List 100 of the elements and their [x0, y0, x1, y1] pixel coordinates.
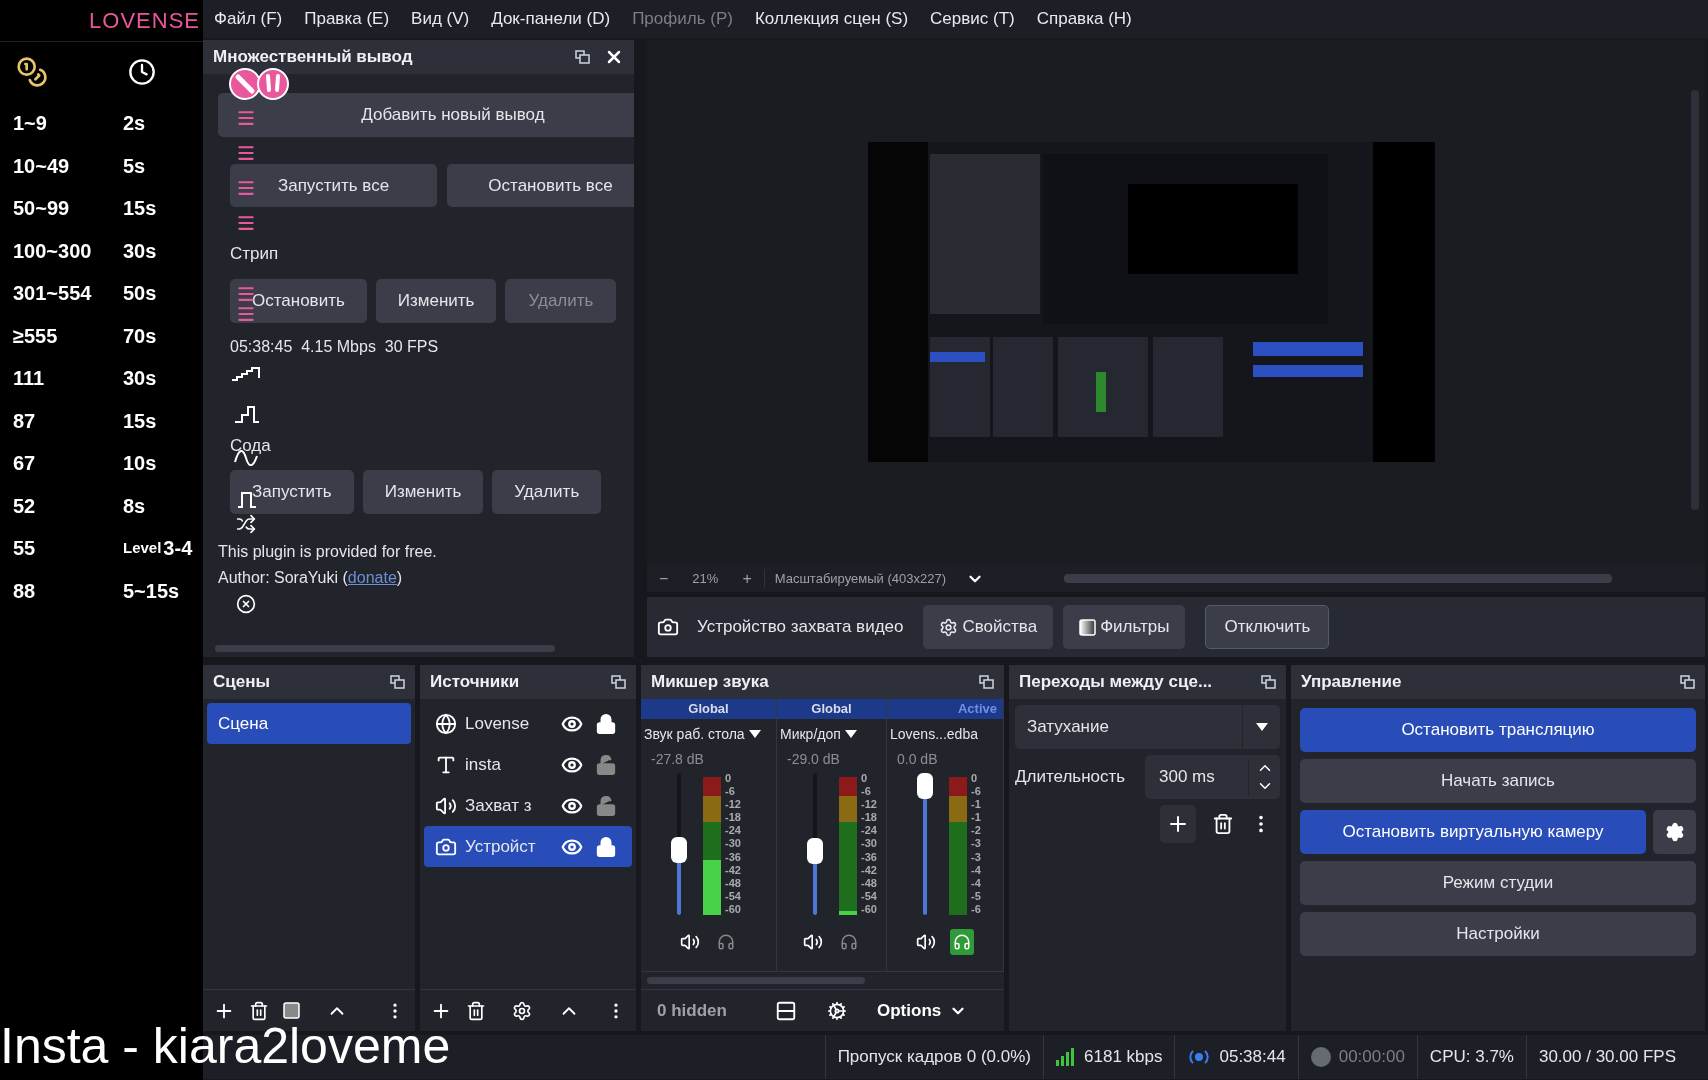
scrollbar[interactable] [215, 644, 555, 652]
undock-icon[interactable] [979, 675, 994, 689]
toolbar-button[interactable]: Отключить [1205, 605, 1330, 649]
dropdown-caret-icon[interactable] [748, 730, 761, 738]
lock-icon[interactable] [595, 712, 617, 735]
duration-field[interactable]: 300 ms [1145, 755, 1280, 799]
trash-icon[interactable] [249, 1000, 269, 1021]
volume-slider[interactable] [807, 773, 823, 915]
meter-tick: -2 [971, 825, 981, 837]
trash-icon[interactable] [466, 1000, 486, 1021]
menu-icon[interactable] [236, 304, 256, 324]
undock-icon[interactable] [1261, 675, 1276, 689]
speaker-icon[interactable] [916, 932, 936, 952]
menu-icon[interactable] [236, 178, 256, 198]
donate-link[interactable]: donate [347, 569, 397, 586]
toolbar-button[interactable]: Свойства [923, 605, 1054, 649]
slider-thumb[interactable] [807, 837, 823, 864]
unlocked-icon[interactable] [595, 753, 617, 776]
output-button[interactable]: Изменить [375, 278, 497, 323]
gear-icon[interactable] [512, 1000, 532, 1021]
options-button[interactable]: Options [877, 997, 968, 1024]
monitor-mode-label: Global [777, 699, 886, 719]
channel-name[interactable]: Lovens...edba [890, 723, 978, 745]
transition-select[interactable]: Затухание [1015, 705, 1280, 749]
gear-icon [1664, 822, 1685, 842]
control-button[interactable]: Остановить трансляцию [1300, 708, 1696, 752]
channel-name[interactable]: Звук раб. стола [644, 723, 745, 745]
slider-thumb[interactable] [917, 773, 933, 799]
menu-item[interactable]: Сервис (T) [930, 6, 1015, 32]
duration: 10s [123, 451, 157, 477]
logo: LOVENSE [89, 7, 200, 35]
output-button[interactable]: Удалить [492, 470, 602, 514]
output-button[interactable]: Остановить [230, 278, 367, 323]
trash-icon[interactable] [1212, 813, 1234, 835]
menu-icon[interactable] [236, 143, 256, 163]
menu-item[interactable]: Правка (E) [304, 6, 390, 32]
menu-item[interactable]: Коллекция сцен (S) [754, 6, 909, 32]
scene-item[interactable]: Сцена [207, 703, 411, 744]
layout-icon[interactable] [775, 999, 797, 1022]
output-button[interactable]: Запустить [230, 470, 354, 514]
token-range: 88 [13, 578, 37, 604]
add-button[interactable] [1160, 805, 1196, 843]
step-wave-icon[interactable] [234, 405, 260, 425]
channel-name[interactable]: Микр/доп [780, 723, 841, 745]
menu-item[interactable]: Док-панели (D) [491, 6, 611, 32]
control-button[interactable]: Начать запись [1300, 759, 1696, 803]
scrollbar[interactable] [647, 977, 865, 984]
gradient-square-icon[interactable] [283, 1002, 300, 1019]
volume-slider[interactable] [671, 773, 687, 915]
meter-tick: -6 [861, 786, 872, 798]
speaker-icon[interactable] [802, 932, 823, 952]
output-button[interactable]: Изменить [362, 470, 484, 514]
source-item[interactable]: Lovense [424, 703, 632, 744]
undock-icon[interactable] [611, 675, 626, 689]
speaker-icon[interactable] [679, 932, 700, 952]
control-button[interactable]: Остановить виртуальную камеру [1300, 810, 1646, 854]
start-all-button[interactable]: Запустить все [230, 164, 437, 207]
meter-tick: -48 [861, 877, 877, 889]
undock-icon[interactable] [390, 675, 405, 689]
meter-tick: 0 [861, 773, 869, 784]
headphones-icon[interactable] [950, 929, 974, 955]
dock-title: Источники [430, 671, 520, 694]
slider-thumb[interactable] [671, 836, 687, 863]
settings-button[interactable] [1653, 810, 1696, 854]
source-item[interactable]: Захват з [424, 785, 632, 826]
menu-icon[interactable] [236, 108, 256, 128]
menu-icon[interactable] [236, 213, 256, 233]
source-item[interactable]: Устройст [424, 826, 632, 867]
toolbar-button[interactable]: Фильтры [1063, 605, 1186, 649]
hidden-count: 0 hidden [656, 999, 728, 1022]
stop-all-button[interactable]: Остановить все [447, 164, 634, 207]
undock-icon[interactable] [1680, 675, 1695, 689]
zoom-in[interactable]: + [730, 566, 764, 591]
control-button[interactable]: Режим студии [1300, 861, 1696, 905]
menu-item[interactable]: Вид (V) [411, 6, 470, 32]
gear-icon[interactable] [827, 1000, 847, 1021]
zoom-level: 21% [691, 569, 720, 588]
unlocked-icon[interactable] [595, 794, 617, 817]
add-output-button[interactable]: Добавить новый вывод [218, 93, 634, 137]
duration: 8s [123, 493, 146, 519]
undock-icon[interactable] [575, 50, 590, 64]
scrollbar[interactable] [1063, 574, 1612, 583]
stairs-wave-icon[interactable] [231, 366, 261, 382]
dropdown-caret-icon[interactable] [844, 730, 857, 738]
control-button[interactable]: Настройки [1300, 912, 1696, 956]
meter-tick: -42 [861, 864, 877, 876]
menu-item[interactable]: Справка (H) [1036, 6, 1132, 32]
source-item[interactable]: insta [424, 744, 632, 785]
lock-icon[interactable] [595, 835, 617, 858]
meter-tick: -6 [971, 903, 981, 915]
duration: 70s [123, 323, 157, 349]
meter-tick: -48 [725, 877, 741, 889]
source-name: Захват з [465, 794, 533, 817]
zoom-out[interactable]: − [647, 566, 681, 591]
volume-slider[interactable] [917, 773, 933, 915]
close-circle-icon[interactable] [236, 594, 256, 614]
level-prefix: Level [123, 538, 162, 558]
meter-tick: -24 [725, 825, 741, 837]
shuffle-icon[interactable] [236, 514, 256, 534]
menu-item[interactable]: Файл (F) [214, 6, 283, 32]
